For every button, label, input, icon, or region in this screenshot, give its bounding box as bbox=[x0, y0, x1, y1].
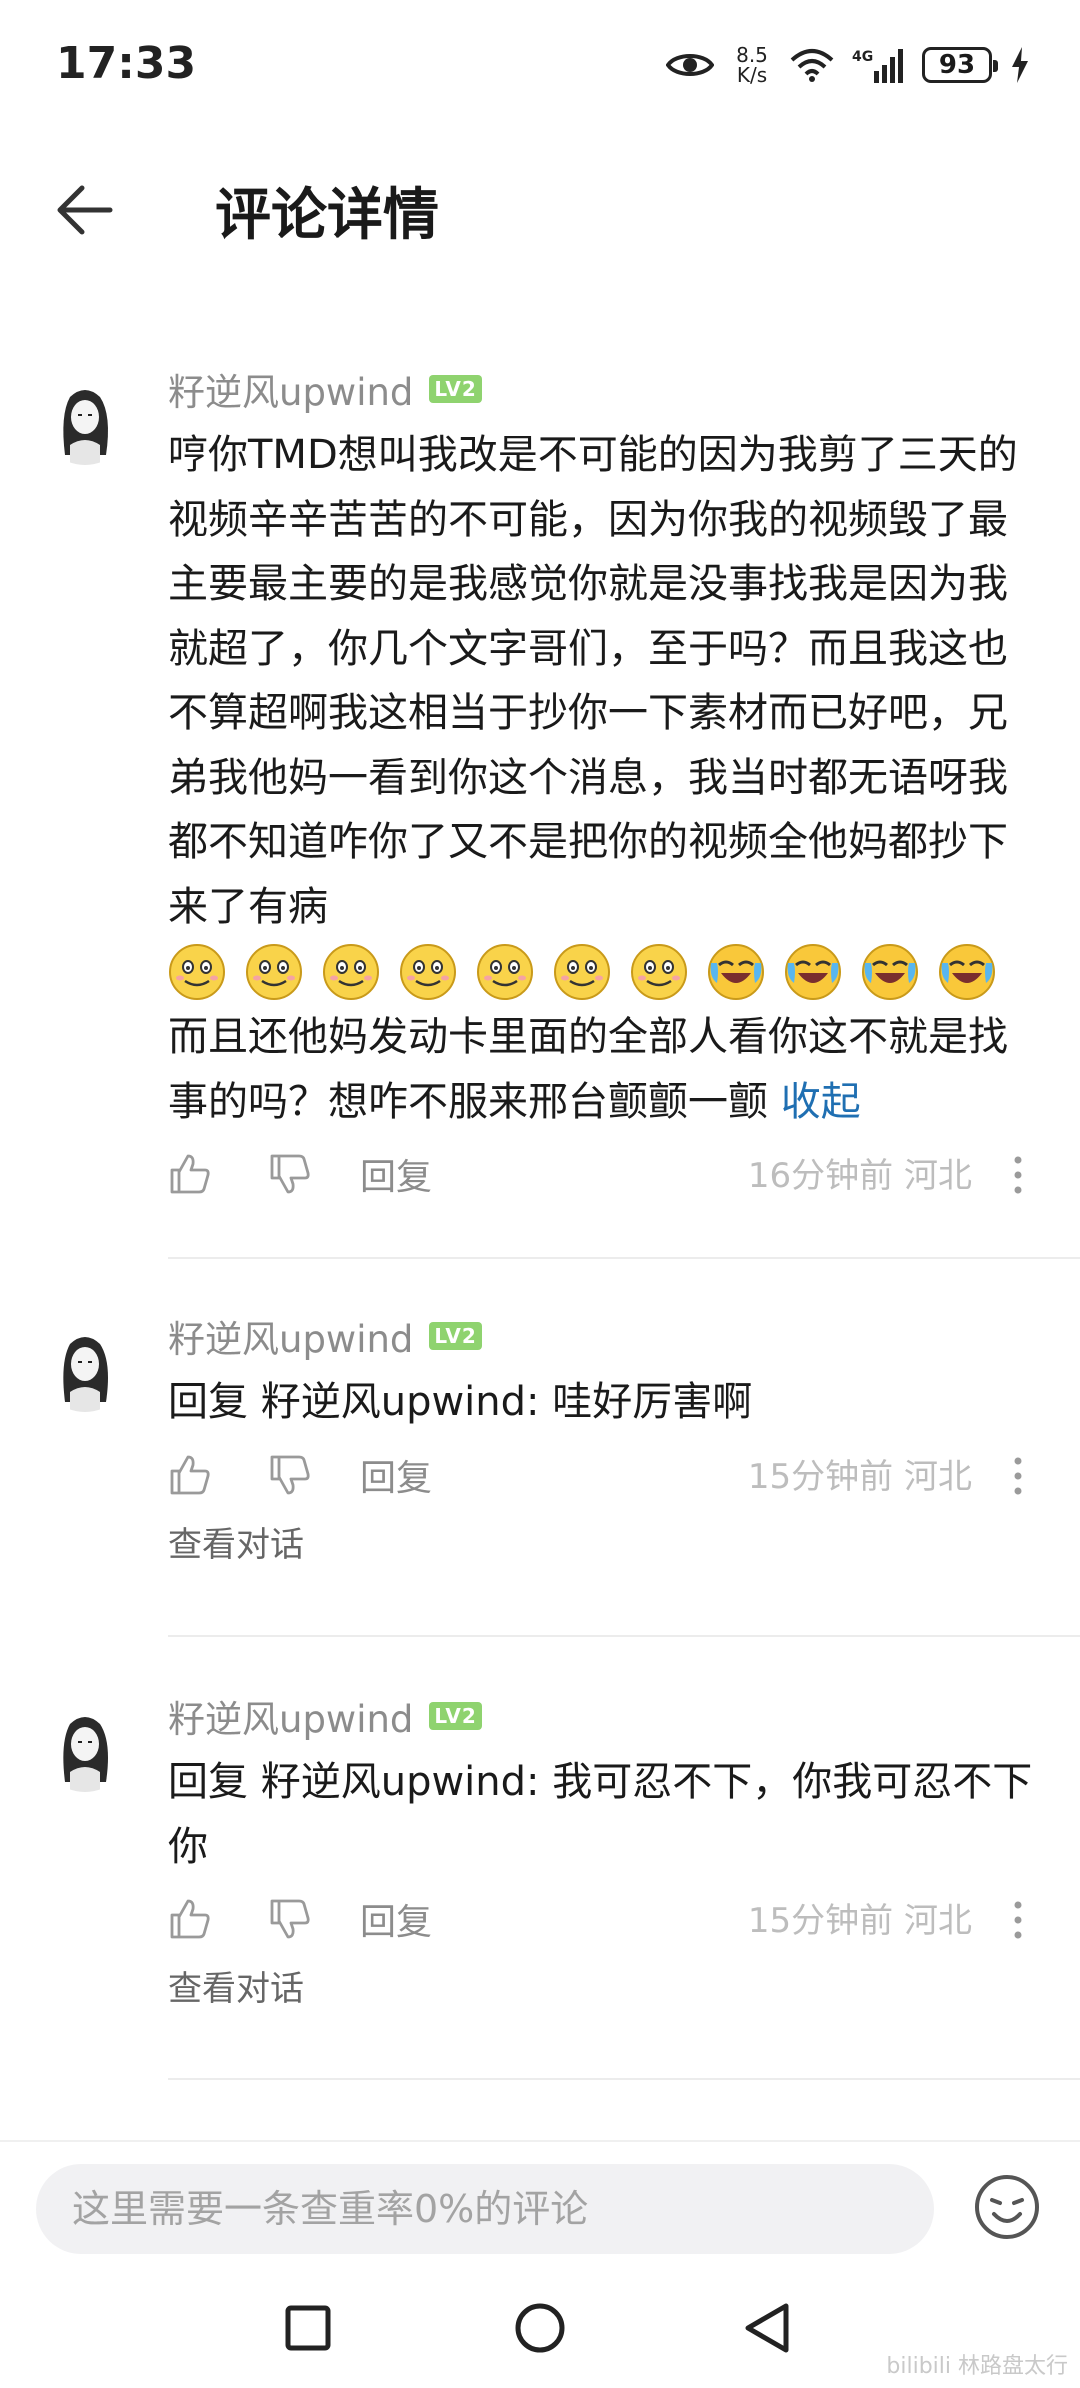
battery-level: 93 bbox=[938, 50, 976, 80]
more-vertical-icon[interactable] bbox=[1008, 1451, 1028, 1501]
comment-username[interactable]: 籽逆风upwind bbox=[168, 362, 413, 416]
svg-text:4G: 4G bbox=[852, 49, 873, 65]
comment-input[interactable] bbox=[36, 2164, 934, 2254]
comment-text-tail: 而且还他妈发动卡里面的全部人看你这不就是找事的吗？想咋不服来邢台颤颤一颤 bbox=[168, 1014, 1008, 1125]
comment-actions: 回复 15分钟前 河北 bbox=[168, 1443, 1036, 1513]
smile-emoji-icon bbox=[477, 944, 533, 1000]
comment-body: 籽逆风upwind LV2 哼你TMD想叫我改是不可能的因为我剪了三天的视频辛辛… bbox=[168, 365, 1036, 1212]
battery-icon: 93 bbox=[922, 47, 998, 83]
more-vertical-icon[interactable] bbox=[1008, 1895, 1028, 1945]
level-badge: LV2 bbox=[429, 1322, 482, 1350]
status-icons: 8.5 K/s 4G 93 bbox=[666, 40, 1030, 90]
comment-body: 籽逆风upwind LV2 回复 籽逆风upwind: 我可忍不下，你我可忍不下… bbox=[168, 1692, 1036, 2010]
comment-actions: 回复 16分钟前 河北 bbox=[168, 1142, 1036, 1212]
comment-text: 哼你TMD想叫我改是不可能的因为我剪了三天的视频辛辛苦苦的不可能，因为你我的视频… bbox=[168, 423, 1036, 1134]
charging-icon bbox=[1012, 47, 1028, 83]
cry-laugh-emoji-icon bbox=[862, 944, 918, 1000]
avatar[interactable] bbox=[40, 375, 130, 465]
comment-time-location: 15分钟前 河北 bbox=[747, 1456, 972, 1497]
comment-time-location: 15分钟前 河北 bbox=[747, 1901, 972, 1941]
status-bar: 17:33 8.5 K/s 4G 93 bbox=[0, 0, 1080, 130]
smile-emoji-icon bbox=[631, 944, 687, 1000]
cry-laugh-emoji-icon bbox=[708, 944, 764, 1000]
thumbs-down-icon[interactable] bbox=[268, 1897, 312, 1941]
signal-icon: 4G bbox=[852, 49, 903, 83]
back-arrow-icon[interactable] bbox=[50, 175, 120, 245]
view-conversation-link[interactable]: 查看对话 bbox=[168, 1961, 1036, 2010]
level-badge: LV2 bbox=[429, 1702, 482, 1730]
comment-input-bar bbox=[0, 2140, 1080, 2270]
wifi-icon bbox=[790, 49, 834, 82]
watermark: bilibili 林路盘太行 bbox=[886, 2354, 1068, 2379]
divider bbox=[168, 1635, 1080, 1637]
smile-emoji-icon bbox=[169, 944, 225, 1000]
avatar[interactable] bbox=[40, 1702, 130, 1792]
comment-username[interactable]: 籽逆风upwind bbox=[168, 1689, 413, 1743]
reply-button[interactable]: 回复 bbox=[360, 1893, 432, 1945]
divider bbox=[168, 1257, 1080, 1259]
comment-user-row: 籽逆风upwind LV2 bbox=[168, 1689, 1036, 1743]
avatar[interactable] bbox=[40, 1322, 130, 1412]
cry-laugh-emoji-icon bbox=[939, 944, 995, 1000]
reply-button[interactable]: 回复 bbox=[360, 1148, 432, 1200]
thumbs-up-icon[interactable] bbox=[168, 1897, 212, 1941]
comment-user-row: 籽逆风upwind LV2 bbox=[168, 362, 1036, 416]
comment-text-main: 哼你TMD想叫我改是不可能的因为我剪了三天的视频辛辛苦苦的不可能，因为你我的视频… bbox=[168, 432, 1018, 930]
comment-user-row: 籽逆风upwind LV2 bbox=[168, 1309, 1036, 1363]
comment-body: 籽逆风upwind LV2 回复 籽逆风upwind: 哇好厉害啊 回复 15分… bbox=[168, 1312, 1036, 1566]
comment-text: 回复 籽逆风upwind: 哇好厉害啊 bbox=[168, 1379, 753, 1425]
comment-actions: 回复 15分钟前 河北 bbox=[168, 1887, 1036, 1957]
emoji-face-icon[interactable] bbox=[972, 2172, 1042, 2242]
thumbs-up-icon[interactable] bbox=[168, 1453, 212, 1497]
more-vertical-icon[interactable] bbox=[1008, 1150, 1028, 1200]
page-title: 评论详情 bbox=[215, 183, 439, 248]
recents-square-icon[interactable] bbox=[270, 2290, 346, 2366]
smile-emoji-icon bbox=[400, 944, 456, 1000]
cry-laugh-emoji-icon bbox=[785, 944, 841, 1000]
system-nav-bar: bilibili 林路盘太行 bbox=[0, 2270, 1080, 2388]
divider bbox=[168, 2078, 1080, 2080]
view-conversation-link[interactable]: 查看对话 bbox=[168, 1517, 1036, 1566]
comment-time-location: 16分钟前 河北 bbox=[747, 1156, 972, 1196]
level-badge: LV2 bbox=[429, 375, 482, 403]
emoji-row bbox=[168, 939, 1036, 1005]
back-triangle-icon[interactable] bbox=[730, 2290, 806, 2366]
thumbs-up-icon[interactable] bbox=[168, 1152, 212, 1196]
home-circle-icon[interactable] bbox=[502, 2290, 578, 2366]
thumbs-down-icon[interactable] bbox=[268, 1453, 312, 1497]
smile-emoji-icon bbox=[246, 944, 302, 1000]
eye-icon bbox=[666, 54, 714, 76]
net-speed: 8.5 K/s bbox=[736, 43, 768, 87]
smile-emoji-icon bbox=[323, 944, 379, 1000]
page-header: 评论详情 bbox=[0, 150, 1080, 270]
status-time: 17:33 bbox=[56, 38, 197, 89]
reply-button[interactable]: 回复 bbox=[360, 1449, 432, 1501]
smile-emoji-icon bbox=[554, 944, 610, 1000]
thumbs-down-icon[interactable] bbox=[268, 1152, 312, 1196]
comment-text: 回复 籽逆风upwind: 我可忍不下，你我可忍不下你 bbox=[168, 1759, 1033, 1870]
comment-username[interactable]: 籽逆风upwind bbox=[168, 1309, 413, 1363]
collapse-link[interactable]: 收起 bbox=[781, 1079, 861, 1125]
